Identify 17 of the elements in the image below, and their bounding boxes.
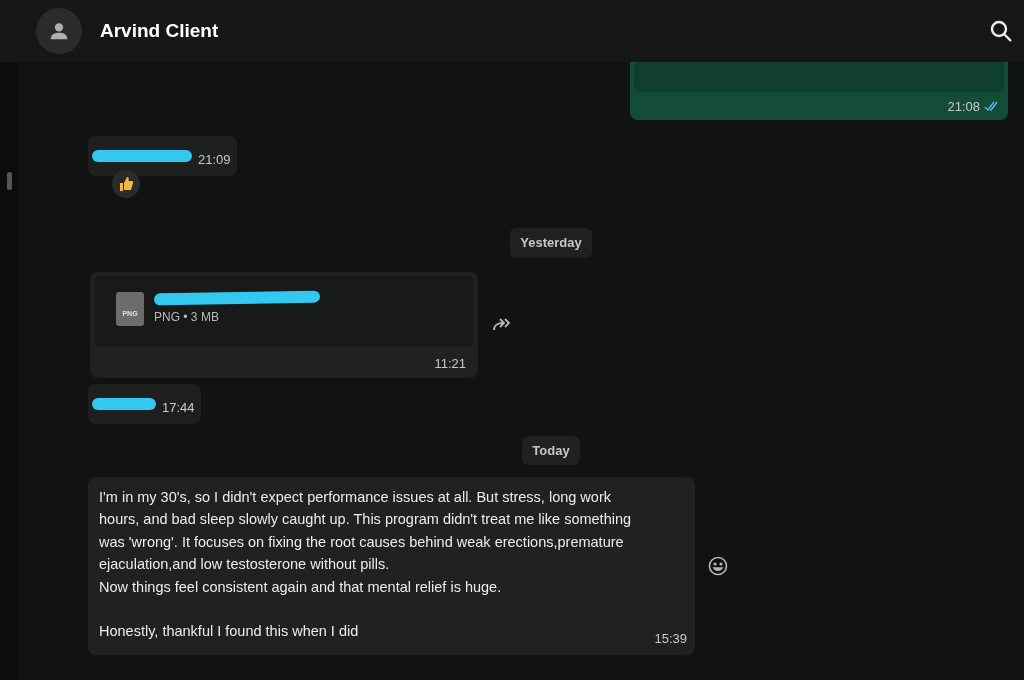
contact-name[interactable]: Arvind Client (100, 16, 219, 46)
date-chip: Yesterday (510, 228, 592, 258)
emoji-icon[interactable] (707, 554, 729, 577)
received-message-bubble[interactable]: 21:09 (88, 136, 237, 176)
message-time: 21:08 (947, 98, 980, 116)
message-text: I'm in my 30's, so I didn't expect performance issues at all. But stress, long work hours, and bad sleep slowly caught up. This program didn't treat me like something was 'wrong'. It focuses on fixing the root causes behind weak erections,premature ejaculation,and low testosterone without pills. Now things feel consistent again and that mental relief is huge. Honestly, thankful I found this when I did (99, 488, 633, 642)
message-time: 17:44 (162, 398, 195, 417)
sent-file-bubble[interactable]: 21:08 (630, 62, 1008, 120)
message-time: 15:39 (654, 630, 687, 649)
message-time: 11:21 (434, 355, 466, 373)
date-chip: Today (522, 435, 580, 465)
file-details: PNG • 3 MB (154, 308, 220, 326)
avatar-icon[interactable] (36, 8, 82, 54)
redaction-mark (92, 397, 156, 410)
received-message-bubble[interactable]: 17:44 (88, 383, 201, 424)
message-time: 21:09 (198, 151, 231, 170)
scrollbar-thumb[interactable] (6, 172, 12, 190)
